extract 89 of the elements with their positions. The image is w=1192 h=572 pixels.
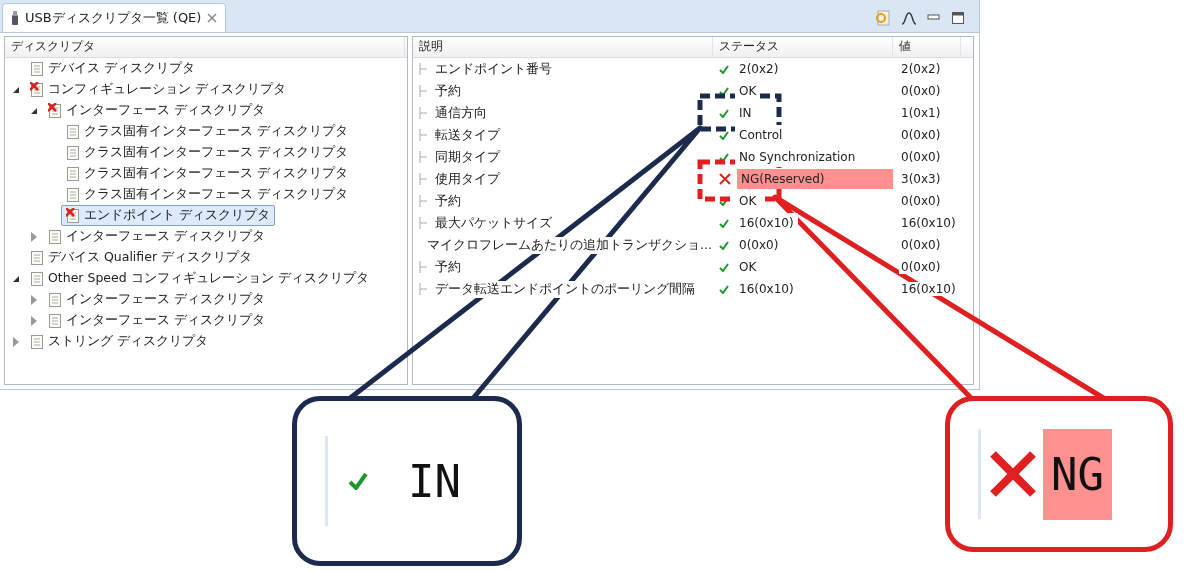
tab-title: USBディスクリプタ一覧 (QE) — [25, 9, 202, 27]
tree-item[interactable]: インターフェース ディスクリプタ — [43, 226, 270, 247]
document-icon — [30, 333, 44, 350]
value-text: 1(0x1) — [899, 106, 943, 120]
check-icon — [719, 86, 729, 96]
tree-line-icon — [419, 63, 427, 75]
maximize-icon[interactable] — [951, 11, 965, 25]
description-text: データ転送エンドポイントのポーリング間隔 — [433, 280, 697, 298]
tree-line-icon — [419, 151, 427, 163]
column-header[interactable]: ディスクリプタ — [5, 37, 405, 57]
tree-item[interactable]: クラス固有インターフェース ディスクリプタ — [61, 121, 353, 142]
document-icon — [30, 60, 44, 77]
tree-item[interactable]: デバイス Qualifier ディスクリプタ — [25, 247, 258, 268]
document-icon — [66, 123, 80, 140]
description-text: 同期タイプ — [433, 148, 502, 166]
tree-item[interactable]: コンフィギュレーション ディスクリプタ — [25, 79, 291, 100]
tree-item[interactable]: クラス固有インターフェース ディスクリプタ — [61, 142, 353, 163]
tree-line-icon — [419, 195, 427, 207]
tree-item[interactable]: デバイス ディスクリプタ — [25, 58, 200, 79]
column-header[interactable]: 説明 — [413, 37, 713, 57]
value-text: 16(0x10) — [899, 216, 958, 230]
tree-line-icon — [419, 85, 427, 97]
error-icon — [989, 450, 1037, 498]
tree-line-icon — [419, 173, 427, 185]
tree-item[interactable]: インターフェース ディスクリプタ — [43, 100, 270, 121]
check-icon — [348, 472, 368, 490]
document-icon — [48, 228, 62, 245]
tree-item[interactable]: Other Speed コンフィギュレーション ディスクリプタ — [25, 268, 374, 289]
value-text: 3(0x3) — [899, 172, 943, 186]
document-icon — [30, 270, 44, 287]
value-text: 0(0x0) — [899, 238, 943, 252]
tree-line-icon — [419, 217, 427, 229]
check-icon — [719, 130, 729, 140]
tree-line-icon — [419, 283, 427, 295]
check-icon — [719, 152, 729, 162]
tree-item[interactable]: ストリング ディスクリプタ — [25, 331, 213, 352]
status-text: NG(Reserved) — [737, 169, 893, 189]
document-icon — [48, 291, 62, 308]
tree-item[interactable]: クラス固有インターフェース ディスクリプタ — [61, 163, 353, 184]
error-document-icon — [48, 102, 62, 119]
value-text: 0(0x0) — [899, 84, 943, 98]
document-icon — [66, 165, 80, 182]
document-icon — [48, 312, 62, 329]
check-icon — [719, 284, 729, 294]
value-text: 0(0x0) — [899, 150, 943, 164]
tree-line-icon — [419, 107, 427, 119]
error-document-icon — [30, 81, 44, 98]
error-icon — [719, 173, 731, 185]
check-icon — [719, 218, 729, 228]
value-text: 0(0x0) — [899, 260, 943, 274]
curve-icon[interactable] — [901, 11, 917, 25]
column-header[interactable]: 値 — [893, 37, 961, 57]
description-text: 最大パケットサイズ — [433, 214, 554, 232]
value-text: 16(0x10) — [899, 282, 958, 296]
description-text: エンドポイント番号 — [433, 60, 554, 78]
description-text: 予約 — [433, 192, 463, 210]
document-icon — [30, 249, 44, 266]
expand-arrow-icon[interactable] — [31, 107, 37, 114]
tree-line-icon — [419, 261, 427, 273]
check-icon — [719, 108, 729, 118]
check-icon — [719, 64, 729, 74]
tree-item[interactable]: クラス固有インターフェース ディスクリプタ — [61, 184, 353, 205]
value-text: 2(0x2) — [899, 62, 943, 76]
minimize-icon[interactable] — [927, 13, 941, 23]
check-icon — [719, 262, 729, 272]
view-tab[interactable]: USBディスクリプタ一覧 (QE) — [2, 3, 227, 32]
error-document-icon — [66, 207, 80, 224]
tree-item[interactable]: インターフェース ディスクリプタ — [43, 310, 270, 331]
check-icon — [719, 240, 729, 250]
document-icon — [66, 144, 80, 161]
usb-plug-icon — [11, 10, 19, 26]
callout-text: IN — [408, 455, 461, 507]
expand-arrow-icon[interactable] — [13, 275, 19, 282]
description-text: 使用タイプ — [433, 170, 502, 188]
close-icon[interactable] — [207, 13, 218, 23]
column-header[interactable]: ステータス — [713, 37, 893, 57]
value-text: 0(0x0) — [899, 194, 943, 208]
callout-text: NG — [1043, 428, 1112, 520]
description-text: 転送タイプ — [433, 126, 502, 144]
description-text: 予約 — [433, 258, 463, 276]
tree-line-icon — [419, 129, 427, 141]
refresh-document-icon[interactable] — [875, 10, 891, 26]
document-icon — [66, 186, 80, 203]
expand-arrow-icon[interactable] — [13, 86, 19, 93]
tree-item[interactable]: インターフェース ディスクリプタ — [43, 289, 270, 310]
description-text: 予約 — [433, 82, 463, 100]
tree-item[interactable]: エンドポイント ディスクリプタ — [61, 205, 275, 226]
description-text: マイクロフレームあたりの追加トランザクショ... — [425, 236, 714, 254]
value-text: 0(0x0) — [899, 128, 943, 142]
